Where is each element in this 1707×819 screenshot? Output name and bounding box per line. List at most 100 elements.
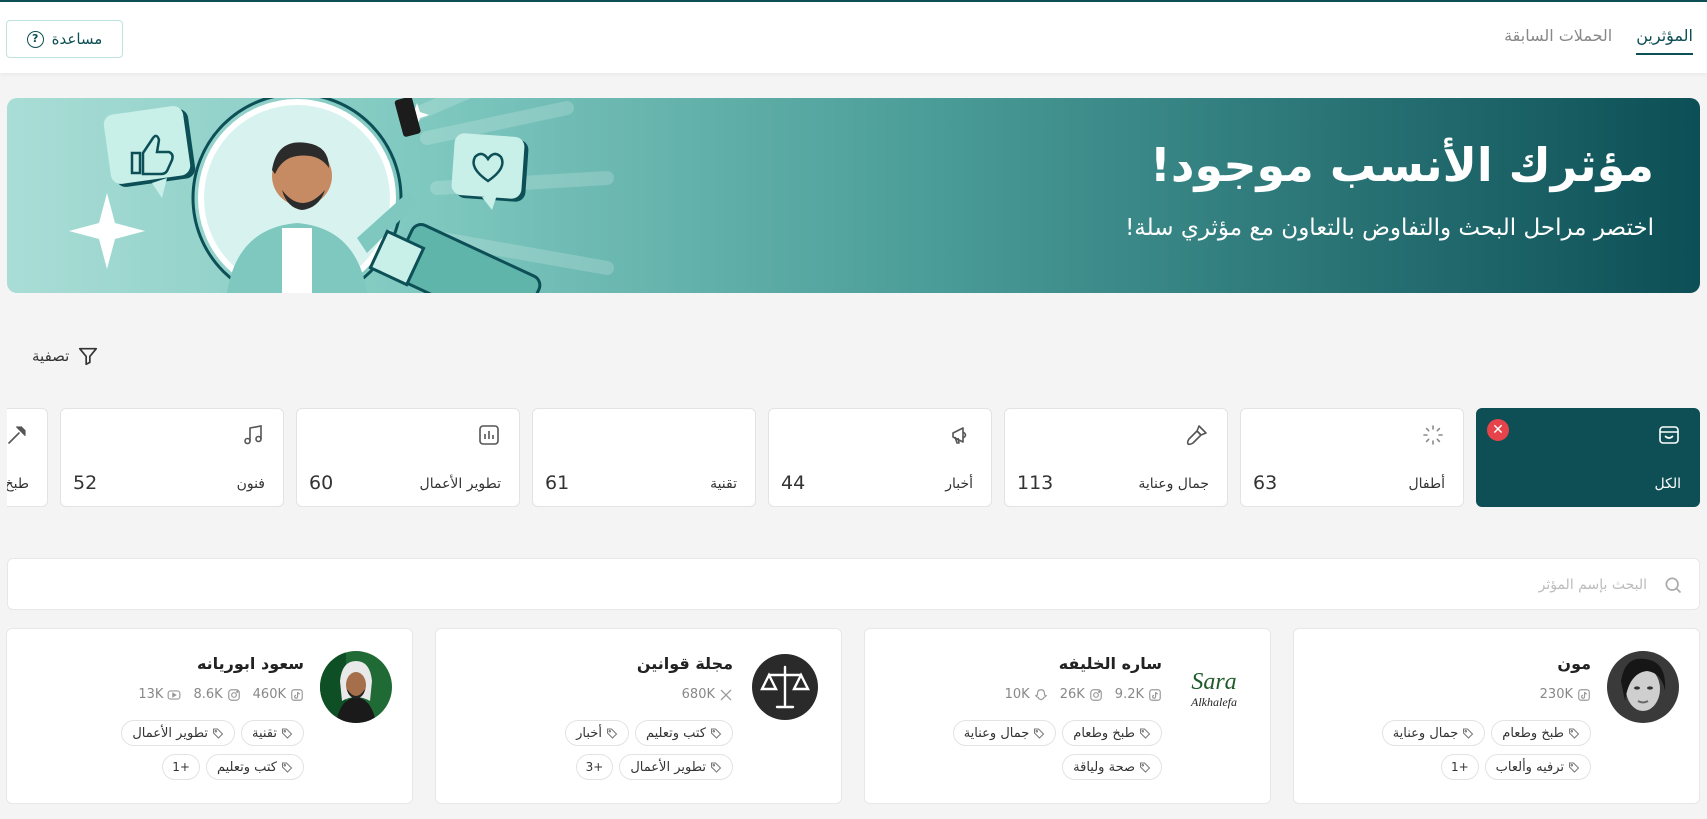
filter-icon	[79, 347, 98, 366]
stat-value: 230K	[1539, 687, 1573, 702]
hero-banner: مؤثرك الأنسب موجود! اختصر مراحل البحث وا…	[7, 98, 1700, 293]
avatar[interactable]	[1607, 651, 1679, 723]
help-button[interactable]: مساعدة ?	[6, 20, 123, 58]
tag-label: طبخ وطعام	[1073, 725, 1135, 741]
more-tags-badge[interactable]: +1	[1440, 754, 1479, 780]
filter-button[interactable]: تصفية	[32, 345, 99, 367]
category-tag: كتب وتعليم	[634, 720, 733, 746]
category-arts[interactable]: فنون 52	[60, 408, 284, 507]
stat-value: 680K	[681, 687, 715, 702]
sparkle-icon	[69, 193, 145, 269]
question-icon: ?	[26, 30, 44, 48]
category-tag: تقنية	[240, 720, 304, 746]
influencer-name[interactable]: سعود ابوريانه	[197, 654, 304, 673]
tag-icon	[1569, 762, 1580, 773]
tag-label: طبخ وطعام	[1502, 725, 1564, 741]
stat-tiktok: 460K	[253, 687, 304, 702]
utensils-icon	[8, 426, 26, 444]
category-label: طبخ	[7, 476, 29, 492]
category-label: أخبار	[945, 476, 973, 492]
stat-value: 9.2K	[1114, 687, 1144, 702]
influencer-name[interactable]: ساره الخليفه	[1059, 654, 1162, 673]
search-icon	[1665, 577, 1682, 594]
tag-label: جمال وعناية	[963, 725, 1030, 741]
influencer-name[interactable]: مجلة قوانين	[637, 654, 733, 673]
tag-icon	[711, 728, 722, 739]
category-label: تقنية	[710, 476, 737, 492]
avatar-logo: Sara Alkhalefa	[1178, 651, 1250, 723]
category-label: أطفال	[1408, 476, 1445, 492]
category-tag: صحة ولياقة	[1062, 754, 1162, 780]
tag-label: تطوير الأعمال	[132, 725, 208, 741]
avatar[interactable]	[320, 651, 392, 723]
category-list: ✕ الكل أطفال 63 جمال وعناية 113 أخبار 44…	[7, 408, 1700, 507]
tag-icon	[1140, 762, 1151, 773]
avatar[interactable]	[749, 651, 821, 723]
influencer-stats: 230K	[1540, 687, 1591, 702]
category-tech[interactable]: تقنية 61	[532, 408, 756, 507]
store-icon	[1659, 426, 1679, 444]
influencer-stats: 460K 8.6K 13K	[138, 687, 304, 702]
filter-label: تصفية	[32, 347, 70, 365]
category-label: تطوير الأعمال	[419, 476, 501, 492]
category-label: الكل	[1654, 476, 1682, 492]
tab-influencers[interactable]: المؤثرين	[1636, 26, 1693, 55]
influencer-card[interactable]: مون 230K طبخ وطعام جمال وعناية ترفيه وأل…	[1293, 628, 1700, 804]
tag-label: كتب وتعليم	[216, 759, 277, 775]
category-all[interactable]: ✕ الكل	[1476, 408, 1700, 507]
stat-instagram: 8.6K	[193, 687, 240, 702]
youtube-icon	[168, 689, 181, 700]
svg-text:Alkhalefa: Alkhalefa	[1190, 695, 1237, 709]
tag-icon	[1034, 728, 1045, 739]
category-cooking[interactable]: طبخ	[7, 408, 48, 507]
instagram-icon	[1089, 688, 1102, 701]
category-business[interactable]: تطوير الأعمال 60	[296, 408, 520, 507]
tiktok-icon	[291, 688, 303, 701]
avatar-photo	[320, 651, 392, 723]
category-kids[interactable]: أطفال 63	[1240, 408, 1464, 507]
tag-label: كتب وتعليم	[645, 725, 706, 741]
tag-icon	[282, 728, 293, 739]
stat-value: 460K	[252, 687, 286, 702]
category-label: جمال وعناية	[1138, 476, 1209, 492]
influencer-card[interactable]: سعود ابوريانه 460K 8.6K 13K تقنية تطوير …	[6, 628, 413, 804]
category-tag: طبخ وطعام	[1062, 720, 1162, 746]
stat-snapchat: 10K	[1005, 687, 1048, 702]
influencer-card[interactable]: مجلة قوانين 680K كتب وتعليم أخبار تطوير …	[435, 628, 842, 804]
search-input[interactable]	[147, 571, 1647, 599]
tag-icon	[1569, 728, 1580, 739]
thumbs-up-icon	[103, 106, 196, 198]
snapchat-icon	[1034, 688, 1047, 700]
tag-label: ترفيه وألعاب	[1495, 759, 1564, 775]
tag-icon	[212, 728, 224, 739]
music-icon	[244, 425, 262, 445]
megaphone-icon	[952, 427, 967, 444]
banner-illustration	[69, 98, 614, 293]
stat-tiktok: 230K	[1540, 687, 1591, 702]
stat-youtube: 13K	[138, 687, 181, 702]
help-label: مساعدة	[51, 30, 103, 48]
category-count: 52	[73, 472, 98, 494]
svg-text:Sara: Sara	[1191, 669, 1236, 695]
category-news[interactable]: أخبار 44	[768, 408, 992, 507]
category-count: 44	[781, 472, 806, 494]
influencer-stats: 9.2K 26K 10K	[1005, 687, 1162, 702]
tag-icon	[282, 762, 293, 773]
category-tag: أخبار	[565, 720, 629, 746]
category-tag: تطوير الأعمال	[121, 720, 235, 746]
tiktok-icon	[1149, 688, 1161, 701]
influencer-name[interactable]: مون	[1557, 654, 1591, 673]
influencer-card[interactable]: Sara Alkhalefa ساره الخليفه 9.2K 26K 10K…	[864, 628, 1271, 804]
influencer-tags: كتب وتعليم أخبار تطوير الأعمال +3	[453, 720, 733, 780]
more-tags-badge[interactable]: +3	[575, 754, 614, 780]
stat-value: 13K	[138, 687, 164, 702]
category-beauty[interactable]: جمال وعناية 113	[1004, 408, 1228, 507]
banner-title: مؤثرك الأنسب موجود!	[1149, 138, 1654, 192]
heart-icon	[451, 133, 529, 210]
clear-category-button[interactable]: ✕	[1487, 419, 1509, 441]
more-tags-badge[interactable]: +1	[162, 754, 200, 780]
tab-previous-campaigns[interactable]: الحملات السابقة	[1504, 26, 1612, 55]
x-icon	[720, 689, 732, 700]
search-bar	[7, 558, 1700, 610]
avatar[interactable]: Sara Alkhalefa	[1178, 651, 1250, 723]
